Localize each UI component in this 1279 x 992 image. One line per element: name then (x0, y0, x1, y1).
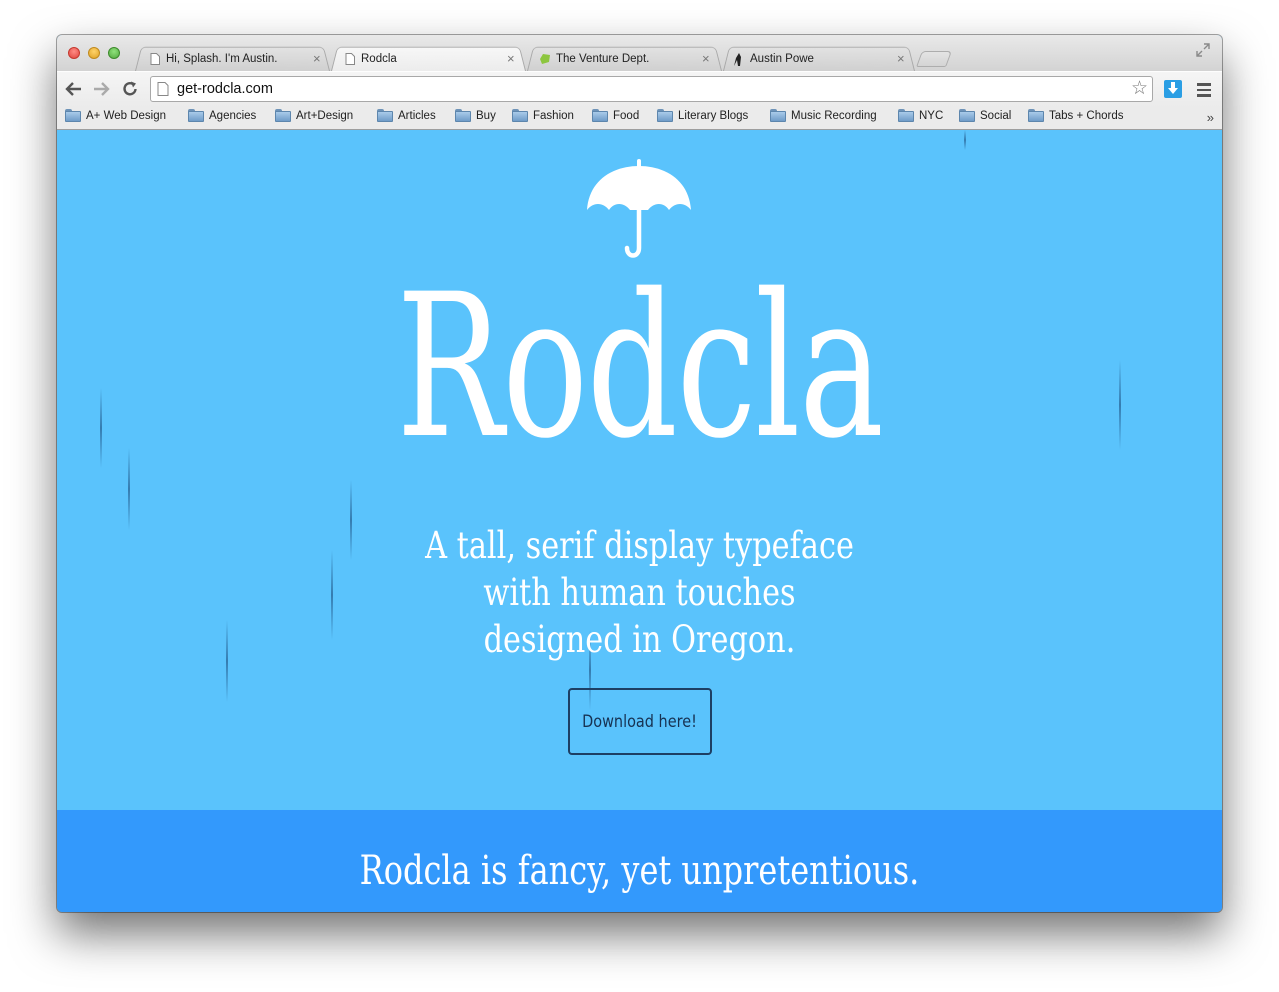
bookmarks-overflow-icon[interactable]: » (1207, 110, 1214, 125)
page-icon (149, 53, 161, 66)
folder-icon (188, 109, 204, 122)
tab-title: Austin Powe (750, 53, 814, 65)
tab-title: The Venture Dept. (556, 53, 650, 65)
brand-title: Rodcla (396, 251, 884, 482)
folder-icon (657, 109, 673, 122)
bookmark-folder[interactable]: Fashion (512, 109, 574, 122)
folder-icon (65, 109, 81, 122)
new-tab-button[interactable] (916, 51, 952, 67)
folder-icon (275, 109, 291, 122)
tagline-line: with human touches (483, 571, 796, 614)
bookmark-folder[interactable]: Music Recording (770, 109, 877, 122)
bookmark-folder[interactable]: Articles (377, 109, 436, 122)
folder-icon (898, 109, 914, 122)
folder-icon (770, 109, 786, 122)
menu-icon[interactable] (1197, 83, 1211, 100)
tab-close-icon[interactable]: × (702, 50, 710, 68)
toolbar: get-rodcla.com ☆ (57, 71, 1222, 107)
bookmark-folder[interactable]: Literary Blogs (657, 109, 748, 122)
reload-icon[interactable] (119, 78, 141, 100)
green-leaf-icon (539, 53, 551, 66)
fullscreen-icon[interactable] (1196, 43, 1212, 59)
tab-title: Rodcla (361, 53, 397, 65)
bookmark-folder[interactable]: Tabs + Chords (1028, 109, 1123, 122)
tagline-line: designed in Oregon. (483, 618, 796, 661)
tab-austin-content: Austin Powe (733, 49, 883, 69)
raindrop (964, 130, 966, 150)
folder-icon (1028, 109, 1044, 122)
browser-window: Hi, Splash. I'm Austin. × Rodcla × The V… (57, 35, 1222, 912)
web-page: Rodcla A tall, serif display typeface wi… (57, 130, 1222, 912)
tab-venture-content: The Venture Dept. (539, 49, 699, 69)
page-icon (157, 82, 169, 96)
raindrop (100, 388, 102, 468)
band-heading: Rodcla is fancy, yet unpretentious. (359, 848, 920, 894)
back-icon[interactable] (63, 78, 85, 100)
raindrop (128, 448, 130, 530)
tab-close-icon[interactable]: × (507, 50, 515, 68)
bookmark-folder[interactable]: NYC (898, 109, 943, 122)
close-window-button[interactable] (68, 47, 80, 59)
minimize-window-button[interactable] (88, 47, 100, 59)
tab-close-icon[interactable]: × (897, 50, 905, 68)
tagline-line: A tall, serif display typeface (425, 524, 854, 567)
download-extension-icon[interactable] (1164, 80, 1182, 98)
umbrella-icon (587, 159, 691, 258)
address-bar[interactable]: get-rodcla.com ☆ (150, 76, 1153, 102)
silhouette-icon (733, 52, 745, 66)
folder-icon (592, 109, 608, 122)
maximize-window-button[interactable] (108, 47, 120, 59)
bookmark-folder[interactable]: Social (959, 109, 1011, 122)
bookmark-folder[interactable]: Art+Design (275, 109, 353, 122)
tab-close-icon[interactable]: × (313, 50, 321, 68)
tagline-band: Rodcla is fancy, yet unpretentious. (57, 810, 1222, 912)
folder-icon (959, 109, 975, 122)
folder-icon (512, 109, 528, 122)
forward-icon[interactable] (90, 78, 112, 100)
folder-icon (377, 109, 393, 122)
bookmark-folder[interactable]: A+ Web Design (65, 109, 166, 122)
bookmark-star-icon[interactable]: ☆ (1131, 79, 1148, 99)
bookmarks-bar: A+ Web Design Agencies Art+Design Articl… (57, 106, 1222, 130)
folder-icon (455, 109, 471, 122)
bookmark-folder[interactable]: Agencies (188, 109, 256, 122)
tagline: A tall, serif display typeface with huma… (162, 522, 1117, 663)
url-text[interactable]: get-rodcla.com (177, 81, 273, 97)
page-icon (344, 53, 356, 66)
bookmark-folder[interactable]: Buy (455, 109, 496, 122)
download-button[interactable]: Download here! (568, 688, 712, 755)
tab-rodcla-content: Rodcla (344, 49, 504, 69)
bookmark-folder[interactable]: Food (592, 109, 639, 122)
tab-splash-content: Hi, Splash. I'm Austin. (149, 49, 309, 69)
raindrop (1119, 360, 1121, 450)
tab-title: Hi, Splash. I'm Austin. (166, 53, 278, 65)
download-button-label: Download here! (582, 711, 698, 732)
title-bar: Hi, Splash. I'm Austin. × Rodcla × The V… (57, 35, 1222, 71)
